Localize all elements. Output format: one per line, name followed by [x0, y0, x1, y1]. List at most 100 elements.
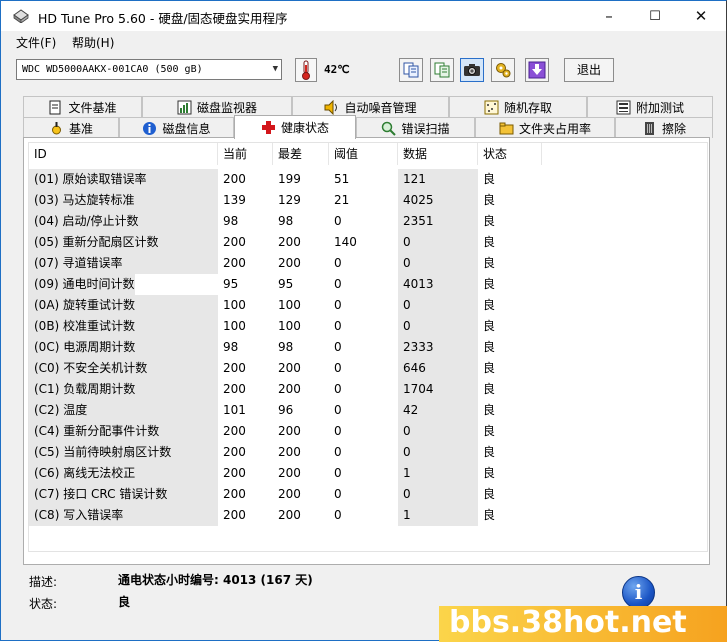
tab-benchmark[interactable]: 基准 [23, 117, 119, 138]
menu-file[interactable]: 文件(F) [16, 34, 56, 51]
table-row[interactable]: (0C) 电源周期计数 98 98 0 2333 良 [29, 337, 707, 358]
table-row[interactable]: (01) 原始读取错误率 200 199 51 121 良 [29, 169, 707, 190]
cell-status: 良 [483, 172, 496, 186]
cell-status: 良 [483, 508, 496, 522]
tab-label: 基准 [68, 121, 93, 136]
table-row[interactable]: (04) 启动/停止计数 98 98 0 2351 良 [29, 211, 707, 232]
tab-random-access[interactable]: 随机存取 [449, 96, 587, 117]
column-header-id[interactable]: ID [29, 143, 218, 165]
tab-extra-tests[interactable]: 附加测试 [587, 96, 713, 117]
tab-label: 随机存取 [503, 100, 552, 115]
options-button[interactable] [491, 58, 515, 82]
gears-icon [496, 63, 511, 78]
tab-health[interactable]: 健康状态 [234, 115, 356, 139]
table-row[interactable]: (03) 马达旋转标准 139 129 21 4025 良 [29, 190, 707, 211]
column-header-current[interactable]: 当前 [218, 143, 273, 165]
column-header-status[interactable]: 状态 [478, 143, 542, 165]
table-row[interactable]: (C6) 离线无法校正 200 200 0 1 良 [29, 463, 707, 484]
maximize-button[interactable]: ☐ [632, 1, 678, 31]
cell-worst: 199 [278, 172, 301, 186]
tab-label: 健康状态 [280, 121, 329, 135]
table-row[interactable]: (C1) 负载周期计数 200 200 0 1704 良 [29, 379, 707, 400]
cell-current: 98 [223, 214, 239, 228]
save-button[interactable] [525, 58, 549, 82]
table-row[interactable]: (C2) 温度 101 96 0 42 良 [29, 400, 707, 421]
cell-status: 良 [483, 382, 496, 396]
column-header-threshold[interactable]: 阈值 [329, 143, 398, 165]
cell-status: 良 [483, 319, 496, 333]
cell-current: 200 [223, 382, 246, 396]
drive-select[interactable]: WDC WD5000AAKX-001CA0 (500 gB) ▼ [16, 59, 282, 80]
cell-data: 4025 [398, 190, 478, 211]
table-row[interactable]: (C5) 当前待映射扇区计数 200 200 0 0 良 [29, 442, 707, 463]
tab-folder-usage[interactable]: 文件夹占用率 [475, 117, 615, 138]
cell-worst: 95 [278, 277, 294, 291]
cell-worst: 129 [278, 193, 301, 207]
tab-error-scan[interactable]: 错误扫描 [356, 117, 475, 138]
table-row[interactable]: (07) 寻道错误率 200 200 0 0 良 [29, 253, 707, 274]
cell-threshold: 51 [334, 172, 350, 186]
tab-file-benchmark[interactable]: 文件基准 [23, 96, 142, 117]
minimize-icon: – [605, 7, 613, 25]
cell-threshold: 0 [334, 340, 342, 354]
copy-all-button[interactable] [430, 58, 454, 82]
tab-disk-monitor[interactable]: 磁盘监视器 [142, 96, 292, 117]
tab-disk-info[interactable]: 磁盘信息 [119, 117, 234, 138]
table-row[interactable]: (C4) 重新分配事件计数 200 200 0 0 良 [29, 421, 707, 442]
cell-status: 良 [483, 277, 496, 291]
tab-erase[interactable]: 擦除 [615, 117, 713, 138]
menu-help[interactable]: 帮助(H) [72, 34, 114, 51]
status-label: 状态: [29, 597, 58, 611]
cell-data: 0 [398, 295, 478, 316]
table-row[interactable]: (0B) 校准重试计数 100 100 0 0 良 [29, 316, 707, 337]
cell-id: (09) 通电时间计数 [29, 274, 218, 295]
cell-status: 良 [483, 466, 496, 480]
cell-current: 200 [223, 508, 246, 522]
cell-threshold: 0 [334, 487, 342, 501]
cell-worst: 200 [278, 487, 301, 501]
cell-status: 良 [483, 487, 496, 501]
tab-label: 文件夹占用率 [518, 121, 591, 136]
cell-worst: 200 [278, 256, 301, 270]
tab-label: 附加测试 [635, 100, 684, 115]
cell-threshold: 0 [334, 214, 342, 228]
cell-threshold: 0 [334, 298, 342, 312]
cell-status: 良 [483, 298, 496, 312]
table-row[interactable]: (05) 重新分配扇区计数 200 200 140 0 良 [29, 232, 707, 253]
cell-id: (C8) 写入错误率 [29, 505, 218, 526]
cell-data: 0 [398, 484, 478, 505]
close-button[interactable]: ✕ [678, 1, 724, 31]
table-row[interactable]: (C0) 不安全关机计数 200 200 0 646 良 [29, 358, 707, 379]
drive-select-value: WDC WD5000AAKX-001CA0 (500 gB) [22, 64, 203, 75]
column-header-worst[interactable]: 最差 [273, 143, 329, 165]
cell-data: 4013 [398, 274, 478, 295]
cell-id: (0B) 校准重试计数 [29, 316, 218, 337]
table-row[interactable]: (09) 通电时间计数 95 95 0 4013 良 [29, 274, 707, 295]
cell-current: 200 [223, 172, 246, 186]
copy-text-button[interactable] [399, 58, 423, 82]
smart-table[interactable]: ID 当前 最差 阈值 数据 状态 (01) 原始读取错误率 200 199 51 12… [28, 142, 708, 552]
exit-button[interactable]: 退出 [564, 58, 614, 82]
random-access-icon [484, 100, 499, 114]
cell-data: 0 [398, 421, 478, 442]
cell-worst: 200 [278, 361, 301, 375]
cell-data: 1 [398, 463, 478, 484]
status-value: 良 [118, 595, 131, 609]
cell-status: 良 [483, 235, 496, 249]
tab-noise-management[interactable]: 自动噪音管理 [292, 96, 449, 117]
cell-current: 200 [223, 235, 246, 249]
screenshot-button[interactable] [460, 58, 484, 82]
table-row[interactable]: (C7) 接口 CRC 错误计数 200 200 0 0 良 [29, 484, 707, 505]
cell-current: 200 [223, 445, 246, 459]
cell-data: 646 [398, 358, 478, 379]
cell-id: (C5) 当前待映射扇区计数 [29, 442, 218, 463]
cell-worst: 96 [278, 403, 294, 417]
minimize-button[interactable]: – [586, 1, 632, 31]
table-row[interactable]: (0A) 旋转重试计数 100 100 0 0 良 [29, 295, 707, 316]
cell-id: (C1) 负载周期计数 [29, 379, 218, 400]
cell-current: 200 [223, 361, 246, 375]
column-header-data[interactable]: 数据 [398, 143, 478, 165]
cell-data: 2333 [398, 337, 478, 358]
cell-id: (C7) 接口 CRC 错误计数 [29, 484, 218, 505]
table-row[interactable]: (C8) 写入错误率 200 200 0 1 良 [29, 505, 707, 526]
